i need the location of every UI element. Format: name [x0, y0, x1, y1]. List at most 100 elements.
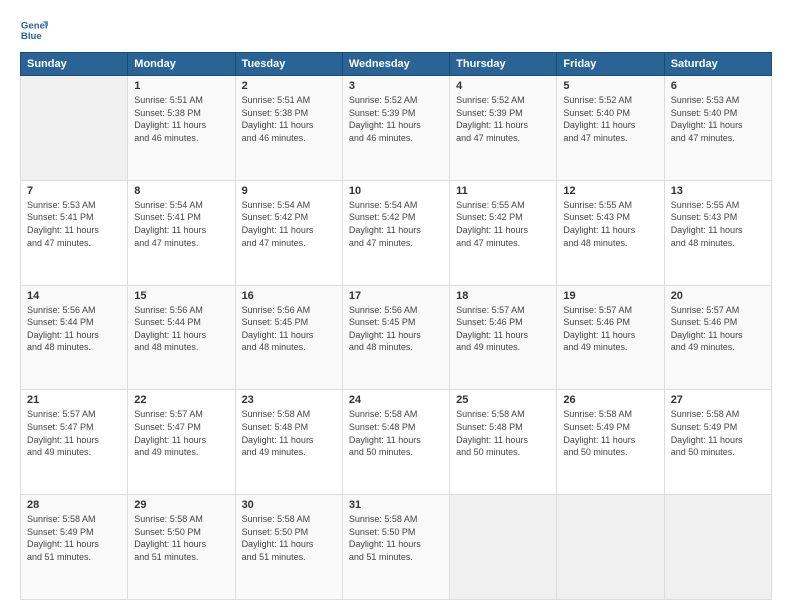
calendar-cell: 15 Sunrise: 5:56 AM Sunset: 5:44 PM Dayli… [128, 285, 235, 390]
week-row-5: 28 Sunrise: 5:58 AM Sunset: 5:49 PM Dayli… [21, 495, 772, 600]
calendar-cell: 16 Sunrise: 5:56 AM Sunset: 5:45 PM Dayli… [235, 285, 342, 390]
week-row-2: 7 Sunrise: 5:53 AM Sunset: 5:41 PM Daylig… [21, 180, 772, 285]
day-content: Sunrise: 5:58 AM Sunset: 5:48 PM Dayligh… [242, 408, 336, 458]
day-content: Sunrise: 5:54 AM Sunset: 5:42 PM Dayligh… [349, 199, 443, 249]
calendar-cell: 20Sunrise: 5:57 AM Sunset: 5:46 PM Dayli… [664, 285, 771, 390]
day-number: 9 [242, 185, 336, 197]
day-content: Sunrise: 5:55 AM Sunset: 5:43 PM Dayligh… [563, 199, 657, 249]
day-content: Sunrise: 5:57 AM Sunset: 5:47 PM Dayligh… [134, 408, 228, 458]
page: General Blue SundayMondayTuesdayWednesda… [0, 0, 792, 612]
day-content: Sunrise: 5:56 AM Sunset: 5:45 PM Dayligh… [242, 304, 336, 354]
svg-text:Blue: Blue [21, 31, 42, 42]
calendar-cell: 19 Sunrise: 5:57 AM Sunset: 5:46 PM Dayli… [557, 285, 664, 390]
day-number: 22 [134, 394, 228, 406]
calendar-cell: 7 Sunrise: 5:53 AM Sunset: 5:41 PM Daylig… [21, 180, 128, 285]
calendar-cell: 21Sunrise: 5:57 AM Sunset: 5:47 PM Dayli… [21, 390, 128, 495]
calendar-cell: 1Sunrise: 5:51 AM Sunset: 5:38 PM Daylig… [128, 76, 235, 181]
day-content: Sunrise: 5:56 AM Sunset: 5:45 PM Dayligh… [349, 304, 443, 354]
calendar-cell [21, 76, 128, 181]
calendar-cell: 30 Sunrise: 5:58 AM Sunset: 5:50 PM Dayli… [235, 495, 342, 600]
calendar-cell: 12 Sunrise: 5:55 AM Sunset: 5:43 PM Dayli… [557, 180, 664, 285]
day-content: Sunrise: 5:58 AM Sunset: 5:49 PM Dayligh… [27, 513, 121, 563]
day-content: Sunrise: 5:57 AM Sunset: 5:46 PM Dayligh… [671, 304, 765, 354]
header-cell-friday: Friday [557, 53, 664, 76]
day-number: 4 [456, 80, 550, 92]
header-row: SundayMondayTuesdayWednesdayThursdayFrid… [21, 53, 772, 76]
logo: General Blue [20, 16, 54, 44]
day-number: 14 [27, 290, 121, 302]
day-number: 13 [671, 185, 765, 197]
day-content: Sunrise: 5:58 AM Sunset: 5:50 PM Dayligh… [349, 513, 443, 563]
day-content: Sunrise: 5:54 AM Sunset: 5:42 PM Dayligh… [242, 199, 336, 249]
day-content: Sunrise: 5:58 AM Sunset: 5:49 PM Dayligh… [671, 408, 765, 458]
header-cell-sunday: Sunday [21, 53, 128, 76]
day-number: 18 [456, 290, 550, 302]
day-content: Sunrise: 5:58 AM Sunset: 5:50 PM Dayligh… [134, 513, 228, 563]
day-number: 31 [349, 499, 443, 511]
calendar-cell: 24 Sunrise: 5:58 AM Sunset: 5:48 PM Dayli… [342, 390, 449, 495]
day-content: Sunrise: 5:52 AM Sunset: 5:39 PM Dayligh… [456, 94, 550, 144]
day-number: 30 [242, 499, 336, 511]
calendar-cell: 10 Sunrise: 5:54 AM Sunset: 5:42 PM Dayli… [342, 180, 449, 285]
day-number: 16 [242, 290, 336, 302]
day-content: Sunrise: 5:55 AM Sunset: 5:43 PM Dayligh… [671, 199, 765, 249]
calendar-cell: 14 Sunrise: 5:56 AM Sunset: 5:44 PM Dayli… [21, 285, 128, 390]
day-number: 29 [134, 499, 228, 511]
day-number: 12 [563, 185, 657, 197]
calendar-cell: 17 Sunrise: 5:56 AM Sunset: 5:45 PM Dayli… [342, 285, 449, 390]
day-content: Sunrise: 5:52 AM Sunset: 5:39 PM Dayligh… [349, 94, 443, 144]
day-number: 25 [456, 394, 550, 406]
header-cell-monday: Monday [128, 53, 235, 76]
calendar-cell: 3 Sunrise: 5:52 AM Sunset: 5:39 PM Daylig… [342, 76, 449, 181]
calendar-cell: 23 Sunrise: 5:58 AM Sunset: 5:48 PM Dayli… [235, 390, 342, 495]
calendar-cell: 22 Sunrise: 5:57 AM Sunset: 5:47 PM Dayli… [128, 390, 235, 495]
day-content: Sunrise: 5:58 AM Sunset: 5:48 PM Dayligh… [456, 408, 550, 458]
week-row-3: 14 Sunrise: 5:56 AM Sunset: 5:44 PM Dayli… [21, 285, 772, 390]
calendar-cell: 31 Sunrise: 5:58 AM Sunset: 5:50 PM Dayli… [342, 495, 449, 600]
calendar-cell: 27 Sunrise: 5:58 AM Sunset: 5:49 PM Dayli… [664, 390, 771, 495]
calendar-cell [450, 495, 557, 600]
day-number: 1 [134, 80, 228, 92]
calendar-cell: 11Sunrise: 5:55 AM Sunset: 5:42 PM Dayli… [450, 180, 557, 285]
calendar-cell: 18 Sunrise: 5:57 AM Sunset: 5:46 PM Dayli… [450, 285, 557, 390]
header-cell-thursday: Thursday [450, 53, 557, 76]
day-content: Sunrise: 5:54 AM Sunset: 5:41 PM Dayligh… [134, 199, 228, 249]
day-number: 7 [27, 185, 121, 197]
calendar-cell: 8 Sunrise: 5:54 AM Sunset: 5:41 PM Daylig… [128, 180, 235, 285]
day-number: 6 [671, 80, 765, 92]
day-content: Sunrise: 5:51 AM Sunset: 5:38 PM Dayligh… [242, 94, 336, 144]
day-number: 8 [134, 185, 228, 197]
day-content: Sunrise: 5:58 AM Sunset: 5:50 PM Dayligh… [242, 513, 336, 563]
day-number: 21 [27, 394, 121, 406]
calendar-cell: 9 Sunrise: 5:54 AM Sunset: 5:42 PM Daylig… [235, 180, 342, 285]
day-number: 10 [349, 185, 443, 197]
calendar-cell: 28 Sunrise: 5:58 AM Sunset: 5:49 PM Dayli… [21, 495, 128, 600]
calendar-cell: 26 Sunrise: 5:58 AM Sunset: 5:49 PM Dayli… [557, 390, 664, 495]
day-content: Sunrise: 5:53 AM Sunset: 5:41 PM Dayligh… [27, 199, 121, 249]
calendar-cell [664, 495, 771, 600]
day-content: Sunrise: 5:56 AM Sunset: 5:44 PM Dayligh… [27, 304, 121, 354]
day-number: 17 [349, 290, 443, 302]
day-number: 5 [563, 80, 657, 92]
week-row-4: 21 Sunrise: 5:57 AM Sunset: 5:47 PM Dayli… [21, 390, 772, 495]
day-number: 27 [671, 394, 765, 406]
calendar-cell: 2Sunrise: 5:51 AM Sunset: 5:38 PM Daylig… [235, 76, 342, 181]
day-number: 24 [349, 394, 443, 406]
day-number: 23 [242, 394, 336, 406]
day-number: 15 [134, 290, 228, 302]
logo-icon: General Blue [20, 16, 48, 44]
day-content: Sunrise: 5:52 AM Sunset: 5:40 PM Dayligh… [563, 94, 657, 144]
calendar-cell: 13 Sunrise: 5:55 AM Sunset: 5:43 PM Dayli… [664, 180, 771, 285]
day-content: Sunrise: 5:57 AM Sunset: 5:46 PM Dayligh… [456, 304, 550, 354]
day-content: Sunrise: 5:57 AM Sunset: 5:46 PM Dayligh… [563, 304, 657, 354]
day-content: Sunrise: 5:58 AM Sunset: 5:48 PM Dayligh… [349, 408, 443, 458]
day-number: 19 [563, 290, 657, 302]
header: General Blue [20, 16, 772, 44]
day-number: 28 [27, 499, 121, 511]
day-content: Sunrise: 5:56 AM Sunset: 5:44 PM Dayligh… [134, 304, 228, 354]
day-number: 26 [563, 394, 657, 406]
day-content: Sunrise: 5:58 AM Sunset: 5:49 PM Dayligh… [563, 408, 657, 458]
day-number: 3 [349, 80, 443, 92]
header-cell-tuesday: Tuesday [235, 53, 342, 76]
week-row-1: 1 Sunrise: 5:51 AM Sunset: 5:38 PM Daylig… [21, 76, 772, 181]
